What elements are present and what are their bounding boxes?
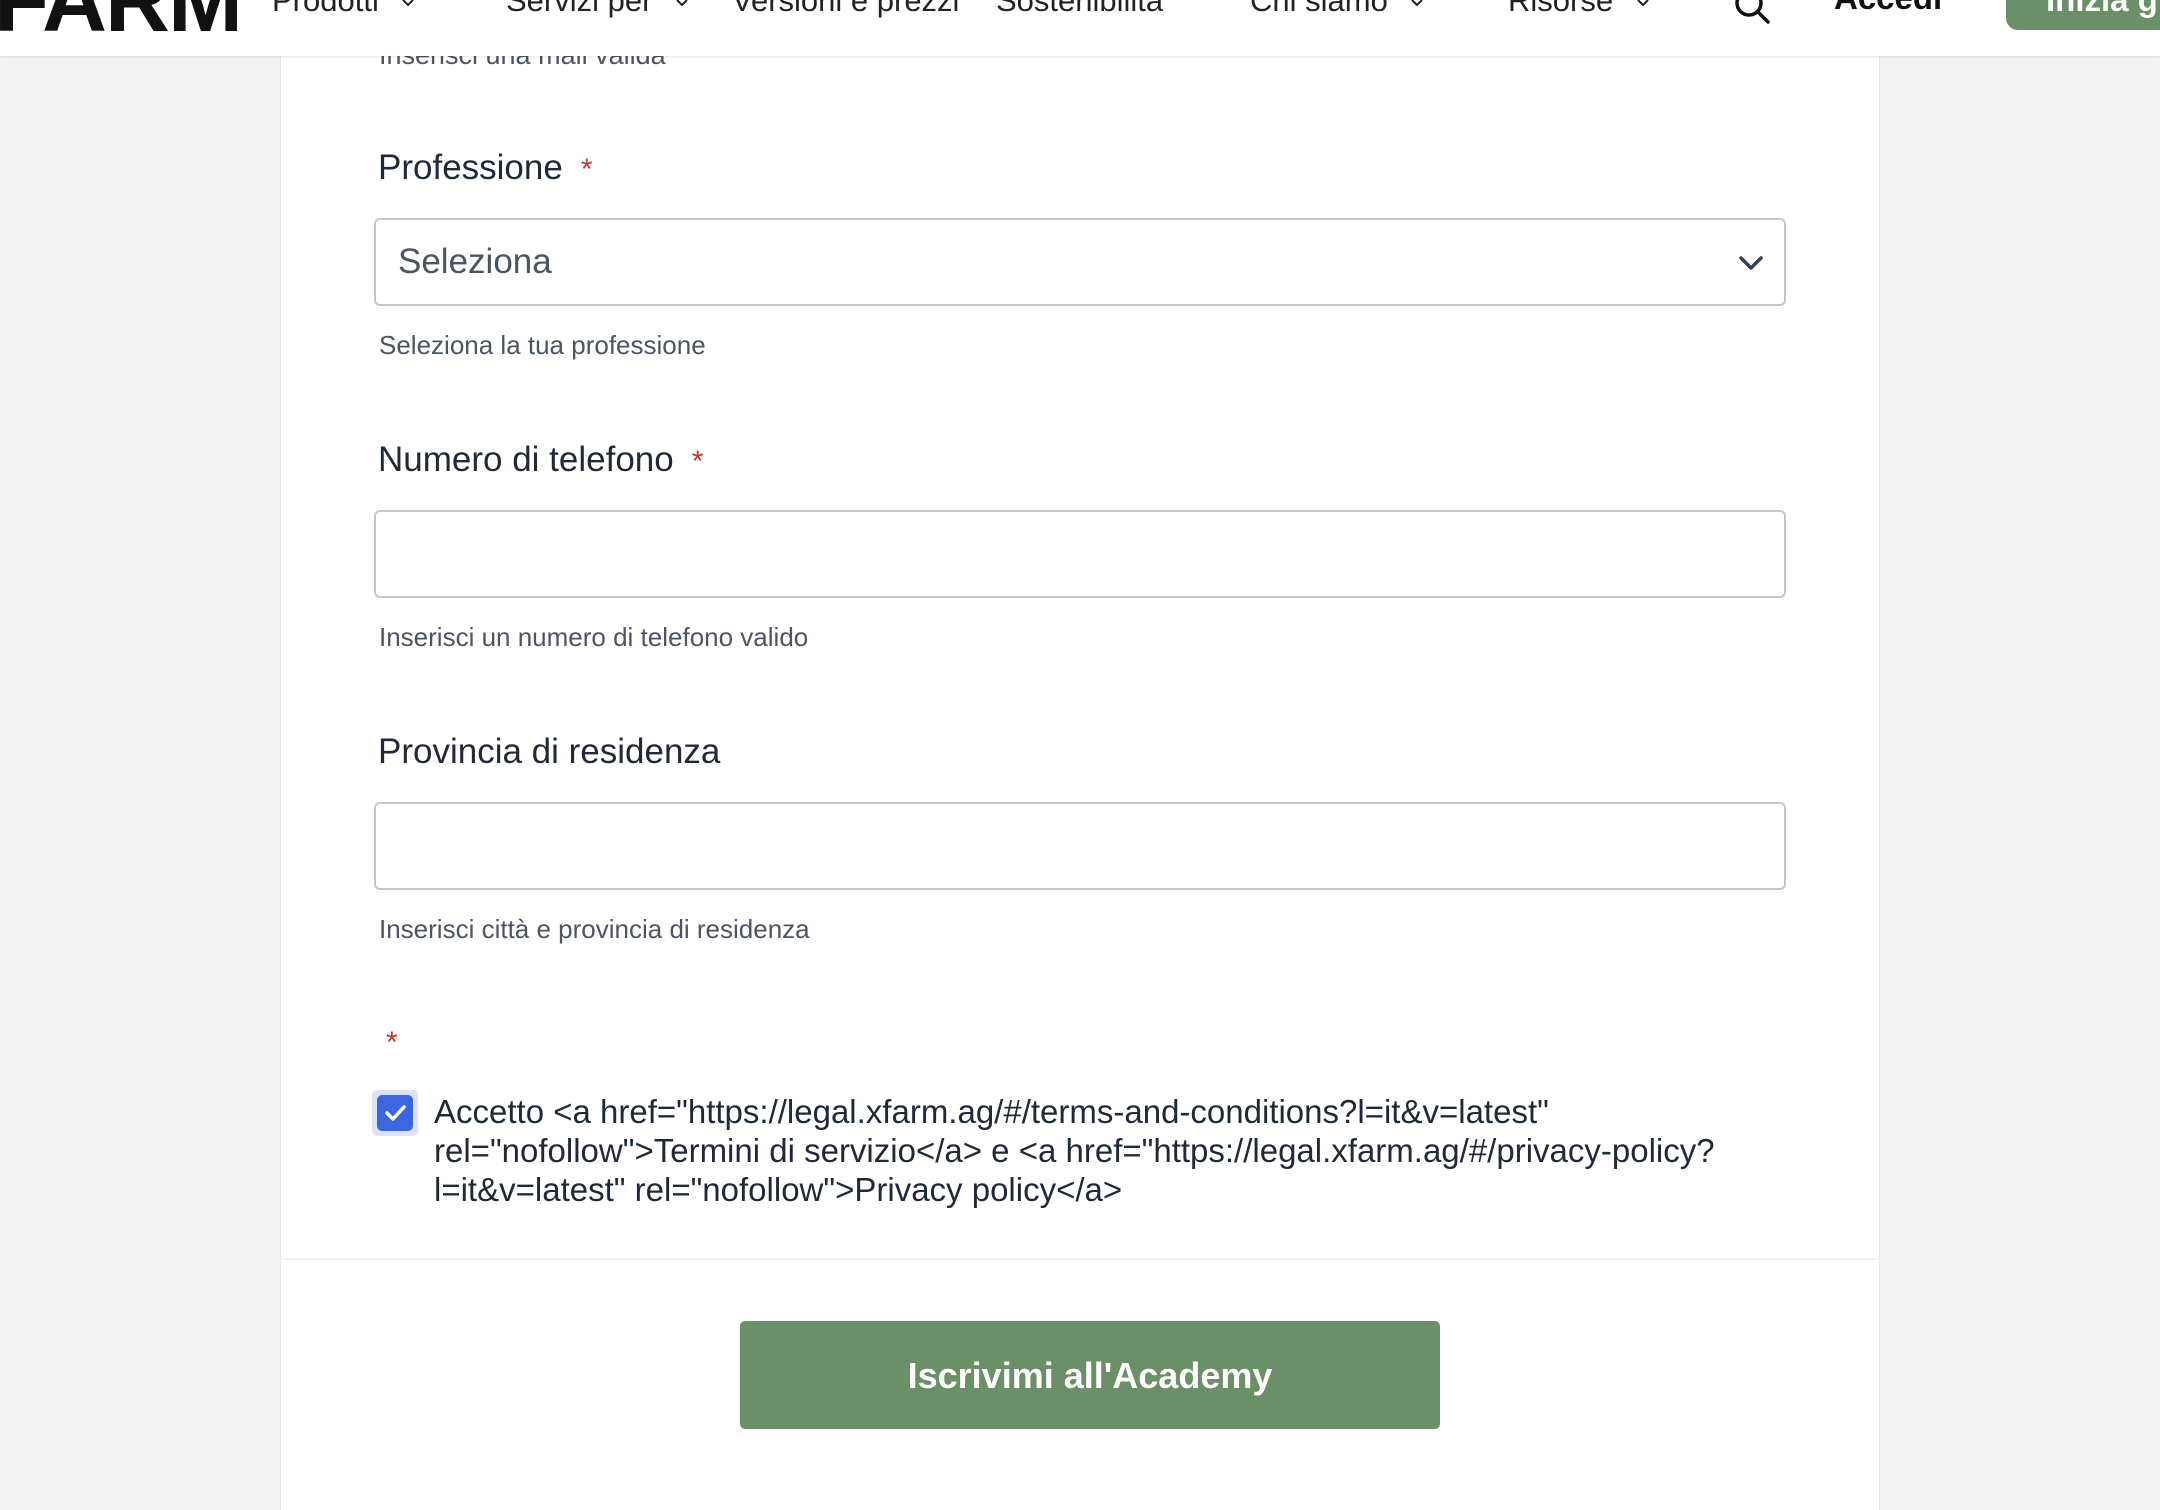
province-label: Provincia di residenza xyxy=(378,732,721,771)
logo[interactable]: FARM xyxy=(0,0,243,46)
nav-item-versioni-prezzi[interactable]: Versioni e prezzi xyxy=(732,0,959,19)
profession-select-value: Seleziona xyxy=(398,242,552,281)
chevron-down-icon xyxy=(1739,256,1763,270)
profession-help-text: Seleziona la tua professione xyxy=(379,330,706,360)
nav-item-label: Risorse xyxy=(1508,0,1614,18)
province-input[interactable] xyxy=(374,802,1786,890)
chevron-down-icon xyxy=(676,0,688,7)
nav-item-prodotti[interactable]: Prodotti xyxy=(272,0,415,19)
profession-select[interactable]: Seleziona xyxy=(374,218,1786,306)
top-navigation: FARM Prodotti Servizi per Versioni e pre… xyxy=(0,0,2160,56)
phone-help-text: Inserisci un numero di telefono valido xyxy=(379,622,809,652)
nav-item-chi-siamo[interactable]: Chi siamo xyxy=(1250,0,1424,19)
province-help-text: Inserisci città e provincia di residenza xyxy=(379,914,810,944)
chevron-down-icon xyxy=(1637,0,1649,7)
profession-label: Professione * xyxy=(378,148,593,188)
search-icon[interactable] xyxy=(1732,0,1772,26)
nav-item-sostenibilita[interactable]: Sostenibilità xyxy=(996,0,1163,19)
nav-item-label: Servizi per xyxy=(506,0,653,18)
nav-item-label: Chi siamo xyxy=(1250,0,1388,18)
nav-item-label: Versioni e prezzi xyxy=(732,0,960,18)
nav-item-label: Prodotti xyxy=(272,0,379,18)
check-icon xyxy=(385,1105,406,1121)
required-asterisk: * xyxy=(386,1026,398,1059)
consent-checkbox[interactable] xyxy=(372,1090,418,1136)
chevron-down-icon xyxy=(402,0,415,7)
login-link[interactable]: Accedi xyxy=(1834,0,1942,18)
checkbox-fill xyxy=(377,1095,413,1131)
phone-label-text: Numero di telefono xyxy=(378,440,674,479)
nav-item-label: Sostenibilità xyxy=(996,0,1164,18)
chevron-down-icon xyxy=(1411,0,1424,7)
required-asterisk: * xyxy=(691,445,704,478)
nav-item-servizi-per[interactable]: Servizi per xyxy=(506,0,689,19)
submit-button[interactable]: Iscrivimi all'Academy xyxy=(740,1321,1440,1429)
divider xyxy=(280,1258,1880,1260)
required-asterisk: * xyxy=(580,153,593,186)
phone-input[interactable] xyxy=(374,510,1786,598)
start-free-button[interactable]: Inizia g xyxy=(2006,0,2160,30)
profession-label-text: Professione xyxy=(378,148,563,187)
consent-text: Accetto <a href="https://legal.xfarm.ag/… xyxy=(434,1093,1715,1208)
page: FARM Prodotti Servizi per Versioni e pre… xyxy=(0,0,2160,1510)
nav-item-risorse[interactable]: Risorse xyxy=(1508,0,1650,19)
phone-label: Numero di telefono * xyxy=(378,440,703,480)
